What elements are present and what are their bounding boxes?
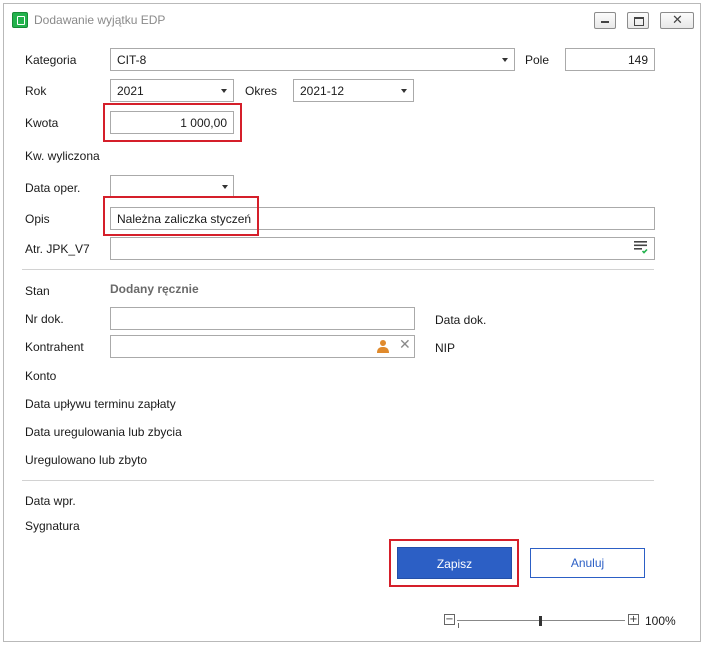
highlight-box-kwota — [103, 103, 242, 142]
data-dok-label: Data dok. — [435, 313, 487, 327]
close-icon: ✕ — [672, 13, 683, 28]
chevron-down-icon — [222, 185, 228, 189]
person-icon[interactable] — [376, 339, 390, 353]
kontrahent-field[interactable] — [110, 335, 415, 358]
atr-jpk-label: Atr. JPK_V7 — [25, 242, 90, 256]
rok-select[interactable]: 2021 — [110, 79, 234, 102]
zoom-slider-thumb[interactable] — [539, 616, 542, 626]
cancel-button[interactable]: Anuluj — [530, 548, 645, 578]
chevron-down-icon — [401, 89, 407, 93]
kw-wyliczona-label: Kw. wyliczona — [25, 149, 100, 163]
data-uregulowania-label: Data uregulowania lub zbycia — [25, 425, 182, 439]
stan-value: Dodany ręcznie — [110, 282, 199, 296]
data-wpr-label: Data wpr. — [25, 494, 76, 508]
chevron-down-icon — [502, 58, 508, 62]
pole-label: Pole — [525, 53, 550, 67]
app-icon — [12, 12, 28, 28]
window-title: Dodawanie wyjątku EDP — [34, 13, 166, 27]
kategoria-select[interactable]: CIT-8 — [110, 48, 515, 71]
rok-value: 2021 — [117, 84, 144, 98]
zoom-level: 100% — [645, 614, 676, 628]
zoom-tick — [458, 623, 459, 628]
zoom-in-button[interactable]: + — [628, 614, 639, 625]
highlight-box-save — [389, 539, 519, 587]
divider — [22, 269, 654, 270]
minimize-button[interactable] — [594, 12, 616, 29]
divider — [22, 480, 654, 481]
uregulowano-label: Uregulowano lub zbyto — [25, 453, 148, 467]
kwota-label: Kwota — [25, 116, 59, 130]
list-check-icon[interactable] — [634, 240, 648, 254]
sygnatura-label: Sygnatura — [25, 519, 80, 533]
nip-label: NIP — [435, 341, 456, 355]
close-button[interactable]: ✕ — [660, 12, 694, 29]
stan-label: Stan — [25, 284, 50, 298]
okres-select[interactable]: 2021-12 — [293, 79, 414, 102]
title-bar[interactable]: Dodawanie wyjątku EDP ✕ — [4, 4, 700, 36]
clear-icon[interactable]: ✕ — [399, 337, 411, 353]
nr-dok-field[interactable] — [110, 307, 415, 330]
opis-label: Opis — [25, 212, 50, 226]
maximize-button[interactable] — [627, 12, 649, 29]
konto-label: Konto — [25, 369, 57, 383]
nr-dok-label: Nr dok. — [25, 312, 64, 326]
data-oper-label: Data oper. — [25, 181, 81, 195]
kategoria-value: CIT-8 — [117, 53, 147, 67]
atr-jpk-field[interactable] — [110, 237, 655, 260]
okres-value: 2021-12 — [300, 84, 345, 98]
kontrahent-label: Kontrahent — [25, 340, 84, 354]
data-oper-picker[interactable] — [110, 175, 234, 198]
rok-label: Rok — [25, 84, 47, 98]
data-uplywu-label: Data upływu terminu zapłaty — [25, 397, 176, 411]
zoom-out-button[interactable]: − — [444, 614, 455, 625]
pole-field[interactable]: 149 — [565, 48, 655, 71]
highlight-box-opis — [103, 196, 259, 236]
okres-label: Okres — [245, 84, 278, 98]
chevron-down-icon — [221, 89, 227, 93]
kategoria-label: Kategoria — [25, 53, 77, 67]
